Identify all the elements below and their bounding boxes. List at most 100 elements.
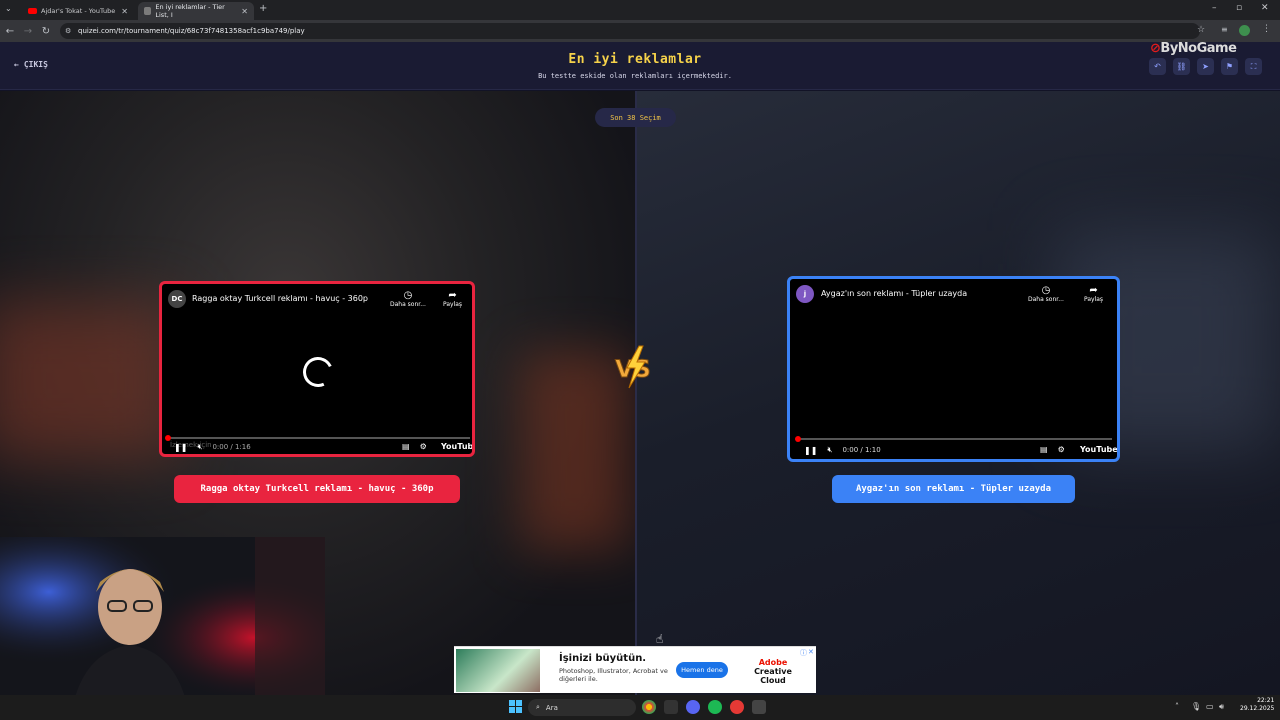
url-field[interactable]: ⚙ quizei.com/tr/tournament/quiz/68c73f74… [60,23,1200,39]
time-display: 0:00 / 1:16 [212,443,251,451]
watch-on-overlay: İzlemek için [170,441,212,449]
quiz-header: ← ÇIKIŞ En iyi reklamlar Bu testte eskid… [0,42,1280,90]
page-subtitle: Bu testte eskide olan reklamları içermek… [538,72,732,80]
tab-close-icon[interactable]: ✕ [121,7,128,16]
taskbar-search[interactable]: ⌕ Ara [528,699,636,716]
address-bar-row: ← → ↻ ⚙ quizei.com/tr/tournament/quiz/68… [0,20,1280,42]
link-icon[interactable]: ⛓ [1173,58,1190,75]
network-icon[interactable]: ▭ [1206,702,1214,711]
captions-icon[interactable]: ▤ [402,442,410,451]
tray-chevron-icon[interactable]: ˄ [1175,702,1179,711]
app-icon[interactable] [730,700,744,714]
back-icon[interactable]: ← [2,23,18,39]
profile-avatar[interactable] [1239,25,1250,36]
webcam-overlay [0,537,325,695]
captions-icon[interactable]: ▤ [1040,445,1048,454]
close-window-icon[interactable]: ✕ [1261,3,1269,13]
share-icon: ➦ [1089,285,1098,296]
clock-date: 29.12.2025 [1240,705,1275,713]
channel-avatar[interactable]: DC [168,290,186,308]
mute-icon[interactable]: 🔇︎ [827,445,832,455]
chrome-icon[interactable] [642,700,656,714]
right-video-player[interactable]: j Aygaz'ın son reklamı - Tüpler uzayda ◷… [787,276,1120,462]
quiz-page: ← ÇIKIŞ En iyi reklamlar Bu testte eskid… [0,42,1280,695]
search-icon: ⌕ [536,703,540,711]
video-title[interactable]: Ragga oktay Turkcell reklamı - havuç - 3… [192,294,368,303]
ad-close-icon[interactable]: ✕ [808,648,814,656]
youtube-favicon-icon [28,8,37,14]
ad-info-icon[interactable]: ⓘ [800,648,807,658]
watch-later-button[interactable]: ◷ Daha sonr... [390,290,426,308]
player-controls: ❚❚ 🔇︎ 0:00 / 1:10 [804,445,881,455]
tab-close-icon[interactable]: ✕ [241,7,248,16]
start-windows-icon[interactable] [509,700,522,713]
youtube-logo[interactable]: YouTube [1080,445,1117,454]
player-right-controls: ▤ ⚙ [402,442,427,451]
pause-icon[interactable]: ❚❚ [804,446,817,455]
ad-headline: İşinizi büyütün. [559,653,647,664]
clock-icon: ◷ [1041,285,1051,296]
minimize-icon[interactable]: – [1212,3,1217,13]
center-divider [635,91,637,695]
volume-icon[interactable]: 🔊︎ [1219,702,1224,712]
app-icon[interactable] [752,700,766,714]
search-label: Ara [545,703,558,712]
fullscreen-icon[interactable]: ⛶ [1245,58,1262,75]
undo-icon[interactable]: ↶ [1149,58,1166,75]
ad-banner[interactable]: İşinizi büyütün. Photoshop, Illustrator,… [454,646,816,693]
tab-label: Ajdar's Tokat - YouTube [41,7,116,15]
watch-later-button[interactable]: ◷ Daha sonr... [1028,285,1064,303]
time-display: 0:00 / 1:10 [842,446,881,454]
loading-spinner [298,352,338,392]
progress-bar[interactable] [795,436,1112,442]
choose-left-button[interactable]: Ragga oktay Turkcell reklamı - havuç - 3… [174,475,460,503]
microphone-icon[interactable]: 🎙︎ [1191,702,1201,711]
quizei-favicon-icon [144,7,152,15]
share-icon: ➦ [448,290,457,301]
ad-brand: Adobe Creative Cloud [740,658,806,685]
reload-icon[interactable]: ↻ [38,23,54,39]
taskbar: ⌕ Ara ˄ 🎙︎ ▭ 🔊︎ 22:21 29.12.2025 [0,695,1280,720]
youtube-logo[interactable]: YouTube [441,442,472,451]
tab-quizei[interactable]: En iyi reklamlar - Tier List, I ✕ [138,2,254,20]
browser-tab-bar: ⌄ Ajdar's Tokat - YouTube ✕ En iyi rekla… [0,0,1280,20]
send-icon[interactable]: ➤ [1197,58,1214,75]
clock-icon: ◷ [403,290,413,301]
taskbar-clock[interactable]: 22:21 29.12.2025 [1240,697,1274,714]
tab-list-button[interactable]: ⌄ [5,4,12,13]
site-info-icon[interactable]: ⚙ [65,27,71,35]
tab-youtube[interactable]: Ajdar's Tokat - YouTube ✕ [22,2,134,20]
ad-image [456,649,540,692]
left-video-player[interactable]: DC Ragga oktay Turkcell reklamı - havuç … [159,281,475,457]
ad-cta-button[interactable]: Hemen dene [676,662,728,678]
page-title: En iyi reklamlar [568,52,702,67]
maximize-icon[interactable]: ▫ [1236,3,1242,13]
share-button[interactable]: ➦ Paylaş [1084,285,1103,303]
url-text: quizei.com/tr/tournament/quiz/68c73f7481… [78,27,305,35]
new-tab-button[interactable]: + [259,3,267,14]
player-right-controls: ▤ ⚙ [1040,445,1065,454]
browser-menu-icon[interactable]: ⋮ [1262,24,1271,34]
progress-bar[interactable] [165,435,470,441]
app-icon[interactable] [664,700,678,714]
channel-avatar[interactable]: j [796,285,814,303]
extensions-icon[interactable]: ≡ [1221,25,1228,34]
spotify-icon[interactable] [708,700,722,714]
choose-right-button[interactable]: Aygaz'ın son reklamı - Tüpler uzayda [832,475,1075,503]
forward-icon[interactable]: → [20,23,36,39]
round-indicator: Son 38 Seçim [595,108,676,127]
discord-icon[interactable] [686,700,700,714]
ad-body: Photoshop, Illustrator, Acrobat ve diğer… [559,667,668,683]
settings-icon[interactable]: ⚙ [1058,445,1065,454]
settings-icon[interactable]: ⚙ [420,442,427,451]
ad-brand-line2: Creative Cloud [754,666,792,685]
mouse-cursor-icon: ☝ [656,632,664,646]
versus-badge: VS [615,345,651,389]
share-button[interactable]: ➦ Paylaş [443,290,462,308]
flag-icon[interactable]: ⚑ [1221,58,1238,75]
video-title[interactable]: Aygaz'ın son reklamı - Tüpler uzayda [821,289,967,298]
clock-time: 22:21 [1257,697,1275,704]
bookmark-star-icon[interactable]: ☆ [1197,25,1205,35]
tab-label: En iyi reklamlar - Tier List, I [155,3,225,19]
bynogame-logo: ⊘ByNoGame [1150,42,1237,56]
